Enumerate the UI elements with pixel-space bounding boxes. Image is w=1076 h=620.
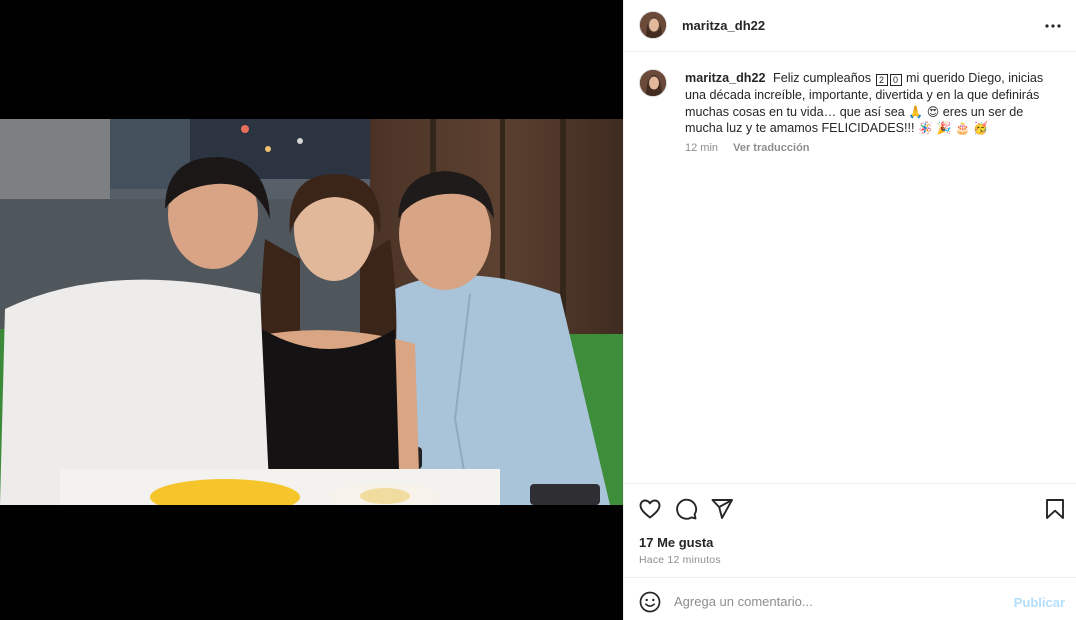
smiley-icon[interactable] (638, 590, 662, 614)
caption-avatar[interactable] (639, 69, 667, 97)
post-header: maritza_dh22 (624, 0, 1076, 52)
publish-button[interactable]: Publicar (1014, 595, 1065, 610)
keycap-digit: 0 (889, 74, 902, 86)
post-media (0, 0, 623, 620)
post-side-panel: maritza_dh22 maritza_dh22 Feliz cumpleañ… (623, 0, 1076, 620)
comment-icon[interactable] (674, 497, 698, 521)
avatar-image (640, 70, 666, 96)
avatar-image (640, 12, 666, 38)
emoji: 🎉 (936, 121, 952, 136)
post-caption: maritza_dh22 Feliz cumpleaños 20 mi quer… (685, 70, 1053, 137)
caption-meta: 12 min Ver traducción (685, 142, 810, 154)
emoji: 🎂 (954, 121, 970, 136)
photo-illustration (0, 119, 623, 505)
comments-area: maritza_dh22 Feliz cumpleaños 20 mi quer… (624, 53, 1076, 483)
posted-time: Hace 12 minutos (639, 554, 721, 566)
more-options-icon[interactable] (1043, 16, 1063, 36)
bookmark-icon[interactable] (1043, 497, 1067, 521)
paper-plane-icon[interactable] (710, 497, 734, 521)
likes-count[interactable]: 17 Me gusta (639, 535, 713, 550)
header-username[interactable]: maritza_dh22 (682, 18, 765, 33)
caption-timestamp[interactable]: 12 min (685, 142, 718, 154)
comment-composer: Publicar (624, 577, 1076, 620)
caption-text-1: Feliz cumpleaños (773, 71, 871, 85)
post-photo[interactable] (0, 119, 623, 505)
emoji: 🪅 (918, 121, 934, 136)
emoji: 🥳 (973, 121, 989, 136)
see-translation-link[interactable]: Ver traducción (733, 142, 809, 154)
emoji: 😍 (926, 104, 940, 119)
emoji: 🙏 (908, 104, 924, 119)
heart-icon[interactable] (638, 497, 662, 521)
keycap-digit: 2 (875, 74, 888, 86)
avatar[interactable] (639, 11, 667, 39)
caption-username[interactable]: maritza_dh22 (685, 71, 766, 85)
comment-input[interactable] (674, 589, 994, 613)
post-actions: 17 Me gusta Hace 12 minutos (624, 483, 1076, 577)
